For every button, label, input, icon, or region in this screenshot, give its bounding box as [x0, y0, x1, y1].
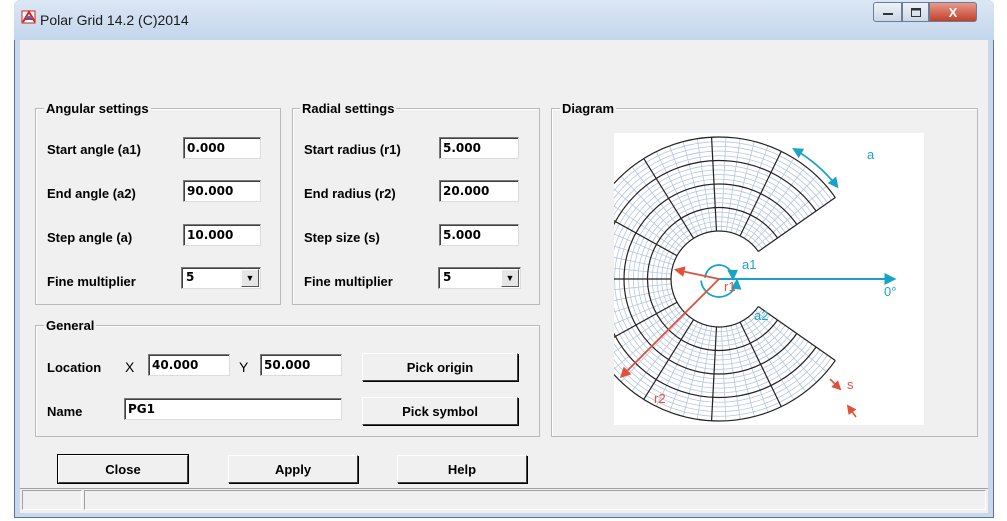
- status-pane-2: [84, 490, 986, 510]
- pick-symbol-button[interactable]: Pick symbol: [362, 397, 518, 425]
- step-size-input[interactable]: 5.000: [439, 224, 519, 246]
- app-icon: [21, 10, 36, 24]
- end-radius-label: End radius (r2): [304, 186, 396, 201]
- start-angle-label: Start angle (a1): [47, 142, 141, 157]
- radial-fine-multiplier-label: Fine multiplier: [304, 274, 393, 289]
- help-button[interactable]: Help: [397, 455, 527, 483]
- window-close-button[interactable]: X: [929, 2, 977, 22]
- chevron-down-icon[interactable]: ▼: [241, 269, 259, 287]
- polar-grid-diagram: a a1 a2 r1 r2 s 0°: [614, 133, 924, 425]
- location-y-label: Y: [239, 359, 249, 375]
- maximize-icon: [910, 7, 921, 17]
- end-angle-label: End angle (a2): [47, 186, 136, 201]
- label-r1: r1: [724, 279, 736, 294]
- maximize-button[interactable]: [902, 2, 929, 22]
- angular-settings-legend: Angular settings: [44, 101, 151, 116]
- location-label: Location: [47, 360, 102, 375]
- name-label: Name: [47, 404, 83, 419]
- label-a1: a1: [742, 257, 756, 272]
- radial-fine-multiplier-value: 5: [443, 270, 452, 284]
- status-pane-1: [22, 490, 82, 510]
- label-r2: r2: [654, 391, 666, 406]
- location-x-input[interactable]: 40.000: [148, 354, 230, 376]
- close-icon: X: [948, 4, 958, 20]
- step-angle-input[interactable]: 10.000: [183, 224, 261, 246]
- name-input[interactable]: PG1: [124, 398, 342, 420]
- angular-fine-multiplier-label: Fine multiplier: [47, 274, 136, 289]
- close-button[interactable]: Close: [57, 454, 189, 484]
- minimize-icon: [882, 13, 893, 15]
- general-legend: General: [44, 318, 97, 333]
- location-y-input[interactable]: 50.000: [260, 354, 342, 376]
- label-a: a: [867, 147, 875, 162]
- location-x-label: X: [125, 359, 135, 375]
- radial-fine-multiplier-select[interactable]: 5 ▼: [438, 267, 521, 289]
- step-size-label: Step size (s): [304, 230, 380, 245]
- chevron-down-icon[interactable]: ▼: [501, 269, 519, 287]
- radial-settings-legend: Radial settings: [300, 101, 397, 116]
- end-radius-input[interactable]: 20.000: [439, 180, 519, 202]
- minimize-button[interactable]: [873, 2, 902, 22]
- label-a2: a2: [754, 308, 768, 323]
- window-title: Polar Grid 14.2 (C)2014: [40, 12, 189, 28]
- pick-origin-button[interactable]: Pick origin: [362, 353, 518, 381]
- label-zero-degree: 0°: [884, 284, 896, 299]
- angular-fine-multiplier-value: 5: [186, 270, 195, 284]
- start-angle-input[interactable]: 0.000: [183, 137, 261, 159]
- start-radius-input[interactable]: 5.000: [439, 137, 519, 159]
- angular-fine-multiplier-select[interactable]: 5 ▼: [181, 267, 261, 289]
- label-s: s: [847, 377, 854, 392]
- end-angle-input[interactable]: 90.000: [183, 180, 261, 202]
- apply-button[interactable]: Apply: [228, 455, 358, 483]
- start-radius-label: Start radius (r1): [304, 142, 401, 157]
- diagram-legend: Diagram: [560, 101, 617, 116]
- step-angle-label: Step angle (a): [47, 230, 133, 245]
